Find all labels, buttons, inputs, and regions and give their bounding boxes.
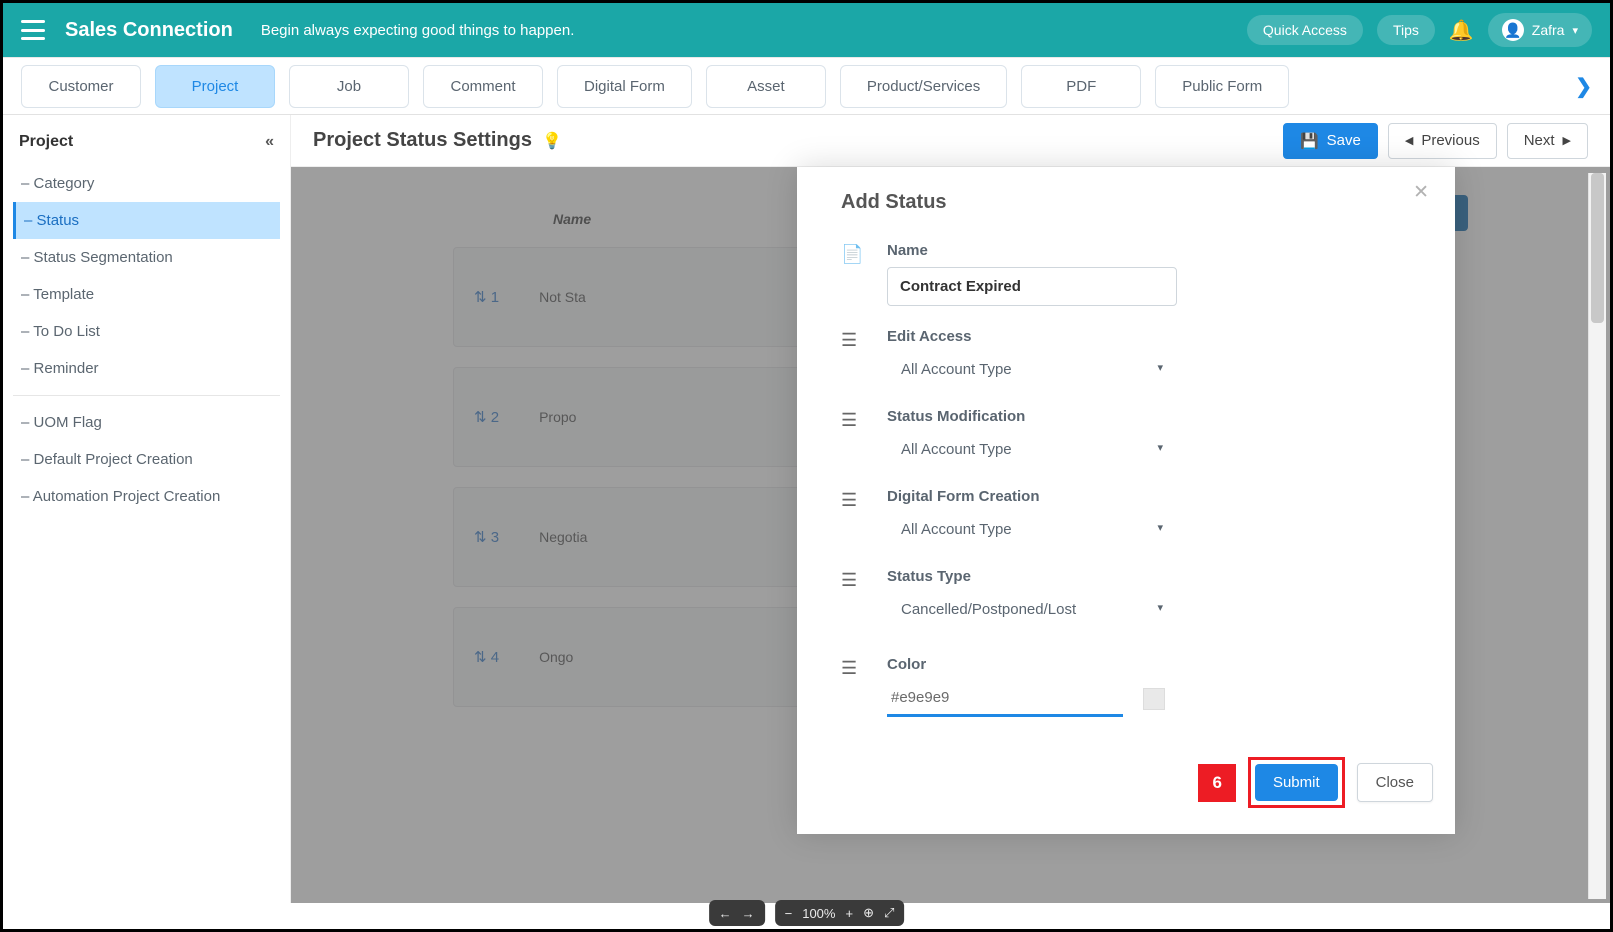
document-icon: 📄 — [841, 242, 887, 265]
scrollbar-thumb[interactable] — [1591, 173, 1604, 323]
sidebar-item-default-project-creation[interactable]: – Default Project Creation — [13, 441, 280, 478]
next-button[interactable]: Next▶ — [1507, 123, 1588, 159]
list-icon: ☰ — [841, 488, 887, 511]
color-swatch[interactable] — [1143, 688, 1165, 710]
digital-form-creation-label: Digital Form Creation — [887, 488, 1433, 505]
caret-down-icon: ▾ — [1157, 441, 1163, 458]
modal-title: Add Status — [841, 191, 1433, 214]
sidebar-item-automation-project-creation[interactable]: – Automation Project Creation — [13, 478, 280, 515]
nav-back-icon[interactable]: ← — [719, 906, 732, 921]
tab-comment[interactable]: Comment — [423, 65, 543, 108]
tab-product-services[interactable]: Product/Services — [840, 65, 1007, 108]
user-name: Zafra — [1532, 22, 1565, 38]
add-status-modal: ✕ Add Status 📄 Name ☰ Edit Access All Ac… — [797, 167, 1455, 834]
app-title: Sales Connection — [65, 19, 233, 42]
user-menu[interactable]: 👤 Zafra ▾ — [1488, 13, 1592, 47]
sidebar-item-status-segmentation[interactable]: – Status Segmentation — [13, 239, 280, 276]
digital-form-creation-select[interactable]: All Account Type▾ — [887, 513, 1177, 546]
list-icon: ☰ — [841, 656, 887, 679]
scrollbar[interactable] — [1588, 173, 1606, 899]
page-header: Project Status Settings 💡 💾 Save ◀Previo… — [291, 115, 1610, 167]
close-button[interactable]: Close — [1357, 763, 1433, 802]
tab-job[interactable]: Job — [289, 65, 409, 108]
zoom-out-icon[interactable]: − — [785, 906, 793, 921]
step-callout: 6 — [1198, 764, 1235, 802]
tab-pdf[interactable]: PDF — [1021, 65, 1141, 108]
lightbulb-icon[interactable]: 💡 — [542, 131, 562, 151]
viewer-toolbar: ← → − 100% + ⊕ ⤢ — [709, 900, 905, 926]
status-modification-label: Status Modification — [887, 408, 1433, 425]
zoom-label: 100% — [802, 906, 835, 921]
zoom-in-icon[interactable]: + — [845, 906, 853, 921]
sidebar-item-template[interactable]: – Template — [13, 276, 280, 313]
sidebar-title: Project — [19, 133, 73, 151]
bell-icon[interactable]: 🔔 — [1449, 18, 1474, 43]
caret-down-icon: ▾ — [1157, 361, 1163, 378]
status-type-label: Status Type — [887, 568, 1433, 585]
sidebar-item-category[interactable]: – Category — [13, 165, 280, 202]
nav-forward-icon[interactable]: → — [742, 906, 755, 921]
edit-access-label: Edit Access — [887, 328, 1433, 345]
chevron-down-icon: ▾ — [1572, 24, 1578, 37]
previous-button[interactable]: ◀Previous — [1388, 123, 1497, 159]
sidebar-item-reminder[interactable]: – Reminder — [13, 350, 280, 387]
tabs-scroll-right-icon[interactable]: ❯ — [1575, 74, 1592, 99]
status-modification-select[interactable]: All Account Type▾ — [887, 433, 1177, 466]
tab-asset[interactable]: Asset — [706, 65, 826, 108]
name-input[interactable] — [887, 267, 1177, 306]
color-label: Color — [887, 656, 1433, 673]
status-type-select[interactable]: Cancelled/Postponed/Lost▾ — [887, 593, 1177, 626]
name-label: Name — [887, 242, 1433, 259]
tab-digital-form[interactable]: Digital Form — [557, 65, 692, 108]
sidebar-item-status[interactable]: – Status — [13, 202, 280, 239]
caret-down-icon: ▾ — [1157, 601, 1163, 618]
tab-customer[interactable]: Customer — [21, 65, 141, 108]
sidebar: Project « – Category – Status – Status S… — [3, 115, 291, 903]
quick-access-button[interactable]: Quick Access — [1247, 15, 1363, 45]
tagline: Begin always expecting good things to ha… — [261, 22, 575, 39]
tabs-bar: Customer Project Job Comment Digital For… — [3, 57, 1610, 115]
caret-down-icon: ▾ — [1157, 521, 1163, 538]
sidebar-divider — [13, 395, 280, 396]
tips-button[interactable]: Tips — [1377, 15, 1435, 45]
reset-zoom-icon[interactable]: ⊕ — [863, 905, 874, 921]
page-title: Project Status Settings — [313, 129, 532, 152]
submit-highlight: Submit — [1248, 757, 1345, 808]
sidebar-item-todo[interactable]: – To Do List — [13, 313, 280, 350]
menu-icon[interactable] — [21, 20, 45, 40]
sidebar-item-uom-flag[interactable]: – UOM Flag — [13, 404, 280, 441]
submit-button[interactable]: Submit — [1255, 764, 1338, 801]
avatar-icon: 👤 — [1502, 19, 1524, 41]
shrink-icon[interactable]: ⤢ — [884, 905, 894, 921]
tab-project[interactable]: Project — [155, 65, 275, 108]
color-input[interactable] — [887, 681, 1123, 717]
top-bar: Sales Connection Begin always expecting … — [3, 3, 1610, 57]
edit-access-select[interactable]: All Account Type▾ — [887, 353, 1177, 386]
list-icon: ☰ — [841, 408, 887, 431]
collapse-icon[interactable]: « — [265, 133, 274, 151]
list-icon: ☰ — [841, 568, 887, 591]
list-icon: ☰ — [841, 328, 887, 351]
close-icon[interactable]: ✕ — [1413, 181, 1429, 204]
save-button[interactable]: 💾 Save — [1283, 123, 1378, 159]
tab-public-form[interactable]: Public Form — [1155, 65, 1289, 108]
